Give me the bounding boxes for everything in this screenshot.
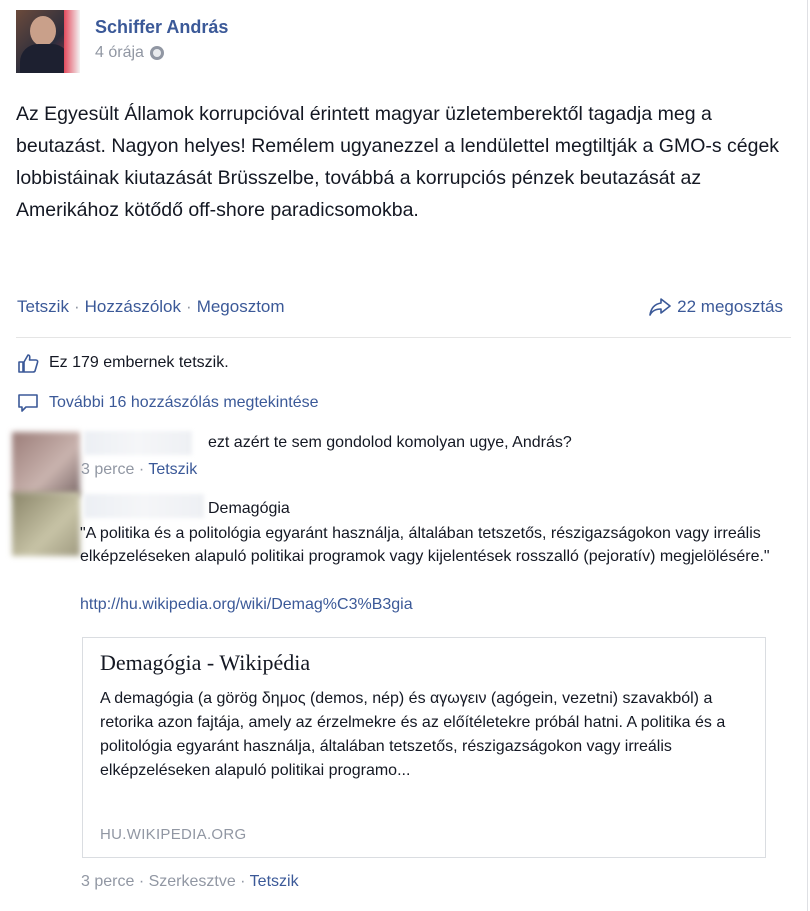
view-more-label: További 16 hozzászólás megtekintése — [49, 394, 319, 411]
post-actions: Tetszik · Hozzászólok · Megosztom — [17, 297, 285, 316]
view-more-comments[interactable]: További 16 hozzászólás megtekintése — [17, 393, 319, 413]
share-arrow-icon — [649, 298, 671, 316]
comment-time[interactable]: 3 perce — [81, 461, 134, 478]
globe-icon[interactable] — [149, 46, 164, 60]
comment-title: Demagógia — [208, 500, 290, 517]
shares-label: 22 megosztás — [677, 297, 783, 316]
divider — [16, 337, 791, 338]
comment-text: ezt azért te sem gondolod komolyan ugye,… — [208, 434, 572, 451]
post-timestamp[interactable]: 4 órája — [95, 44, 144, 62]
thumbs-up-icon — [18, 354, 39, 373]
shares-count[interactable]: 22 megosztás — [649, 297, 783, 317]
post-text: Az Egyesült Államok korrupcióval érintet… — [16, 103, 780, 221]
author-avatar[interactable] — [16, 10, 80, 73]
commenter-name-redacted[interactable] — [84, 431, 192, 455]
comment-quote: "A politika és a politológia egyaránt ha… — [80, 525, 770, 565]
likes-summary: Ez 179 embernek tetszik. — [17, 353, 229, 373]
comment-like-link[interactable]: Tetszik — [148, 461, 197, 478]
link-preview-card[interactable]: Demagógia - Wikipédia A demagógia (a gör… — [82, 637, 766, 858]
commenter-avatar[interactable] — [12, 432, 80, 496]
likes-text[interactable]: Ez 179 embernek tetszik. — [49, 354, 229, 372]
comment-like-link[interactable]: Tetszik — [250, 873, 299, 890]
comment-time[interactable]: 3 perce — [81, 873, 134, 890]
comment-bubble-icon — [18, 394, 38, 412]
commenter-name-redacted[interactable] — [84, 494, 204, 518]
comment-link[interactable]: Hozzászólok — [85, 297, 181, 316]
comment-meta: 3 perce · Tetszik — [81, 461, 198, 478]
commenter-avatar[interactable] — [12, 492, 80, 556]
comment-meta: 3 perce · Szerkesztve · Tetszik — [81, 873, 299, 890]
author-name[interactable]: Schiffer András — [95, 17, 228, 38]
comment-url-link[interactable]: http://hu.wikipedia.org/wiki/Demag%C3%B3… — [80, 596, 413, 614]
share-link[interactable]: Megosztom — [197, 297, 285, 316]
link-preview-title[interactable]: Demagógia - Wikipédia — [100, 650, 310, 676]
comment-edited[interactable]: Szerkesztve — [149, 873, 236, 890]
link-preview-description: A demagógia (a görög δημος (demos, nép) … — [100, 690, 726, 779]
link-preview-domain: HU.WIKIPEDIA.ORG — [100, 826, 247, 843]
post-time: 4 órája — [95, 44, 164, 62]
like-link[interactable]: Tetszik — [17, 297, 69, 316]
post-card: Schiffer András 4 órája Az Egyesült Álla… — [0, 0, 808, 911]
